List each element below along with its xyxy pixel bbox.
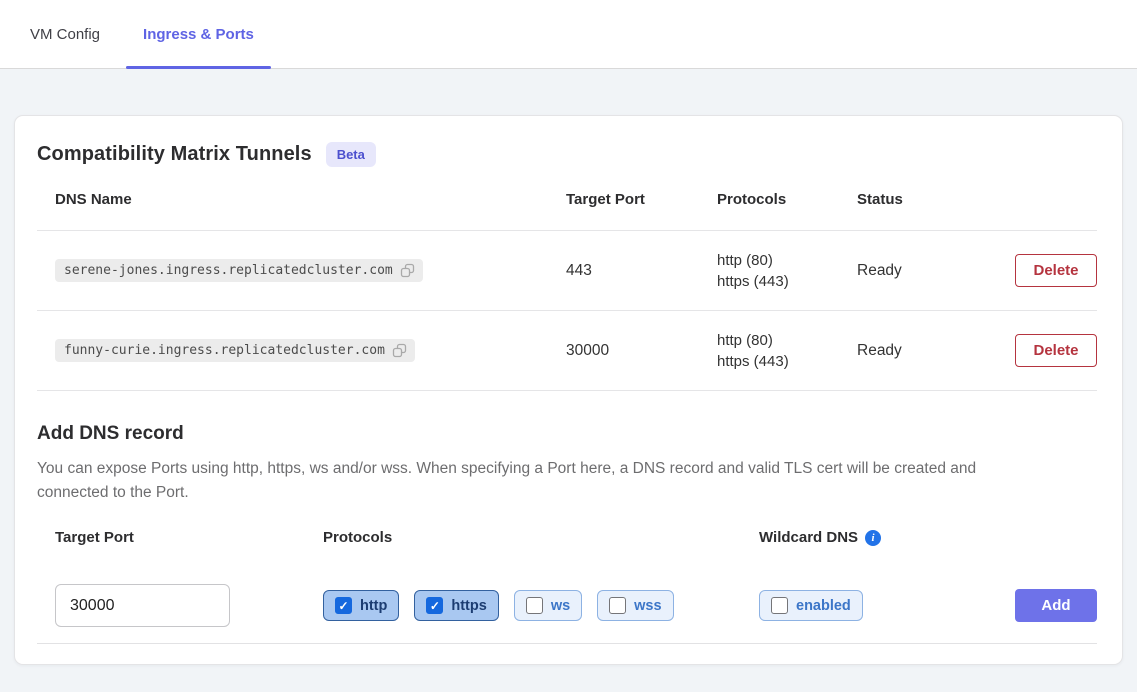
wildcard-dns-label: Wildcard DNS [759,529,858,546]
tunnels-card: Compatibility Matrix Tunnels Beta DNS Na… [14,115,1123,665]
add-dns-record-title: Add DNS record [37,423,1097,445]
protocol-line: http (80) [717,250,857,271]
target-port-value: 30000 [566,342,717,360]
add-button[interactable]: Add [1015,589,1097,622]
tab-ingress-ports[interactable]: Ingress & Ports [126,0,271,68]
copy-icon[interactable] [392,343,407,358]
protocol-checkbox-label: https [451,598,486,614]
protocols-label: Protocols [323,529,759,546]
copy-icon[interactable] [400,263,415,278]
col-header-target-port: Target Port [566,191,717,208]
protocol-checkbox-ws[interactable]: ws [514,590,582,621]
wildcard-checkbox-label: enabled [796,598,851,614]
wildcard-enabled-checkbox[interactable]: enabled [759,590,863,621]
protocol-checkbox-https[interactable]: https [414,590,498,621]
beta-badge: Beta [326,142,376,167]
protocol-line: https (443) [717,271,857,292]
table-row: serene-jones.ingress.replicatedcluster.c… [37,231,1097,311]
delete-button[interactable]: Delete [1015,254,1097,287]
checkbox-icon [526,597,543,614]
checkbox-icon [771,597,788,614]
checkbox-icon [426,597,443,614]
tab-bar: VM Config Ingress & Ports [0,0,1137,69]
status-value: Ready [857,262,997,280]
card-bottom-divider [37,643,1097,644]
protocol-checkbox-http[interactable]: http [323,590,399,621]
table-row: funny-curie.ingress.replicatedcluster.co… [37,311,1097,391]
protocol-line: http (80) [717,330,857,351]
dns-name-pill: serene-jones.ingress.replicatedcluster.c… [55,259,423,282]
checkbox-icon [335,597,352,614]
checkbox-icon [609,597,626,614]
delete-button[interactable]: Delete [1015,334,1097,367]
dns-name: serene-jones.ingress.replicatedcluster.c… [64,263,393,278]
protocol-checkbox-label: ws [551,598,570,614]
page-body: Compatibility Matrix Tunnels Beta DNS Na… [0,69,1137,665]
add-dns-record-description: You can expose Ports using http, https, … [37,457,1042,505]
col-header-dns-name: DNS Name [55,191,566,208]
status-value: Ready [857,342,997,360]
form-labels-row: Target Port Protocols Wildcard DNS i [37,529,1097,546]
target-port-input[interactable] [55,584,230,627]
form-controls-row: http https ws wss enabled [37,584,1097,627]
col-header-status: Status [857,191,997,208]
col-header-protocols: Protocols [717,191,857,208]
protocol-checkbox-label: wss [634,598,661,614]
info-icon[interactable]: i [865,530,881,546]
target-port-value: 443 [566,262,717,280]
card-title-row: Compatibility Matrix Tunnels Beta [37,142,1097,167]
dns-name-pill: funny-curie.ingress.replicatedcluster.co… [55,339,415,362]
protocol-line: https (443) [717,351,857,372]
tab-vm-config[interactable]: VM Config [30,0,100,68]
protocol-pills: http https ws wss [323,590,759,621]
card-title: Compatibility Matrix Tunnels [37,143,312,166]
protocol-checkbox-wss[interactable]: wss [597,590,673,621]
protocol-checkbox-label: http [360,598,387,614]
dns-name: funny-curie.ingress.replicatedcluster.co… [64,343,385,358]
target-port-label: Target Port [55,529,323,546]
table-header-row: DNS Name Target Port Protocols Status [37,191,1097,231]
